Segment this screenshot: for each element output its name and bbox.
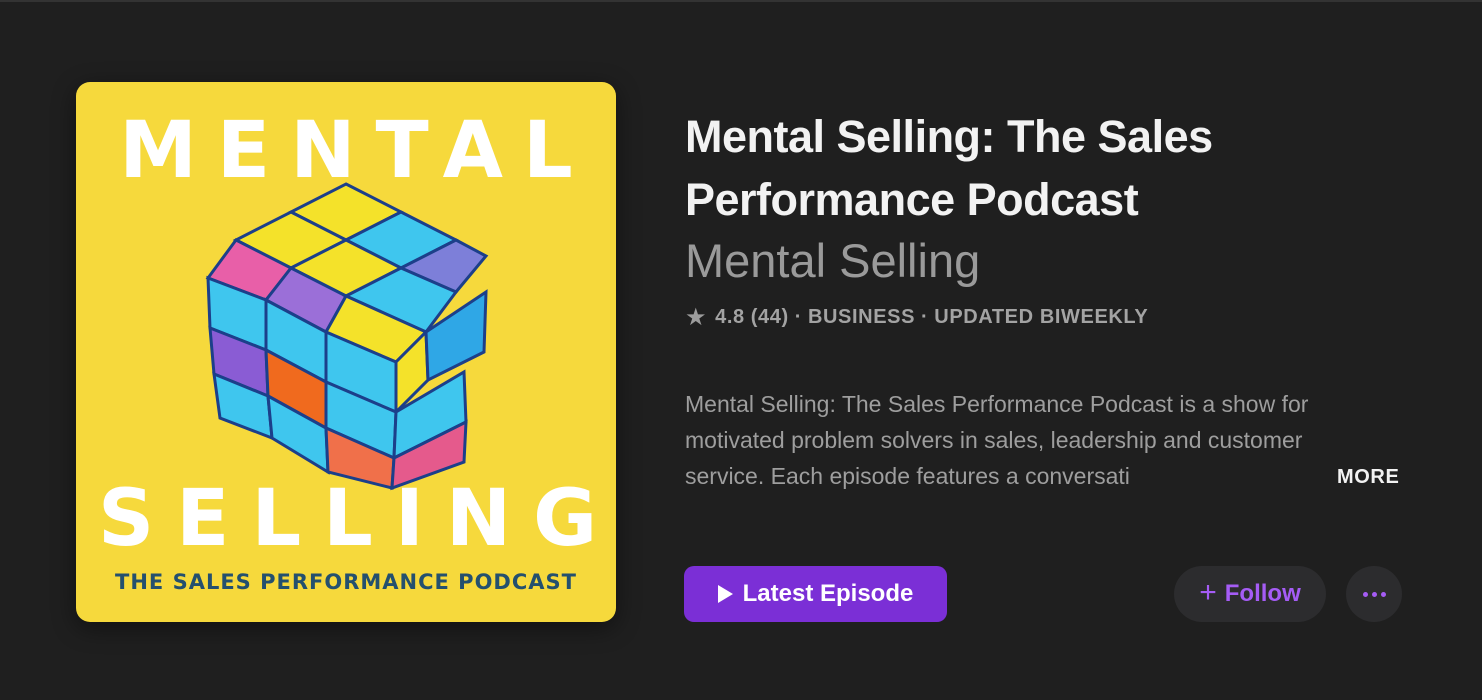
artwork-subtitle: THE SALES PERFORMANCE PODCAST [115, 570, 577, 594]
artwork-top-word: MENTAL [119, 106, 593, 196]
meta-separator: · [921, 305, 929, 328]
description-fade [1285, 458, 1335, 494]
follow-label: Follow [1224, 580, 1301, 607]
podcast-description: Mental Selling: The Sales Performance Po… [685, 391, 1309, 489]
follow-button[interactable]: + Follow [1174, 566, 1326, 622]
latest-episode-button[interactable]: Latest Episode [684, 566, 947, 622]
podcast-author-link[interactable]: Mental Selling [685, 234, 980, 288]
more-button[interactable]: MORE [1337, 466, 1399, 489]
ellipsis-icon [1362, 591, 1368, 597]
podcast-meta: ★ 4.8 (44) · BUSINESS · UPDATED BIWEEKLY [685, 303, 1149, 331]
latest-episode-label: Latest Episode [742, 580, 914, 607]
star-icon: ★ [685, 303, 708, 331]
rubiks-cube-illustration [205, 182, 489, 491]
podcast-title: Mental Selling: The Sales Performance Po… [685, 111, 1213, 225]
ellipsis-icon [1380, 591, 1386, 597]
plus-icon: + [1199, 576, 1217, 609]
top-divider [0, 0, 1482, 2]
rating-count: (44) [750, 305, 789, 328]
play-icon [717, 585, 733, 603]
podcast-artwork: MENTAL SELLING THE SALES PERFORMANCE POD… [76, 82, 616, 622]
artwork-bottom-word: SELLING [98, 474, 616, 564]
more-options-button[interactable] [1346, 566, 1402, 622]
ellipsis-icon [1371, 591, 1377, 597]
meta-separator: · [794, 305, 802, 328]
update-frequency: UPDATED BIWEEKLY [934, 305, 1149, 328]
category-link[interactable]: BUSINESS [808, 306, 915, 329]
rating-value: 4.8 [715, 305, 745, 328]
